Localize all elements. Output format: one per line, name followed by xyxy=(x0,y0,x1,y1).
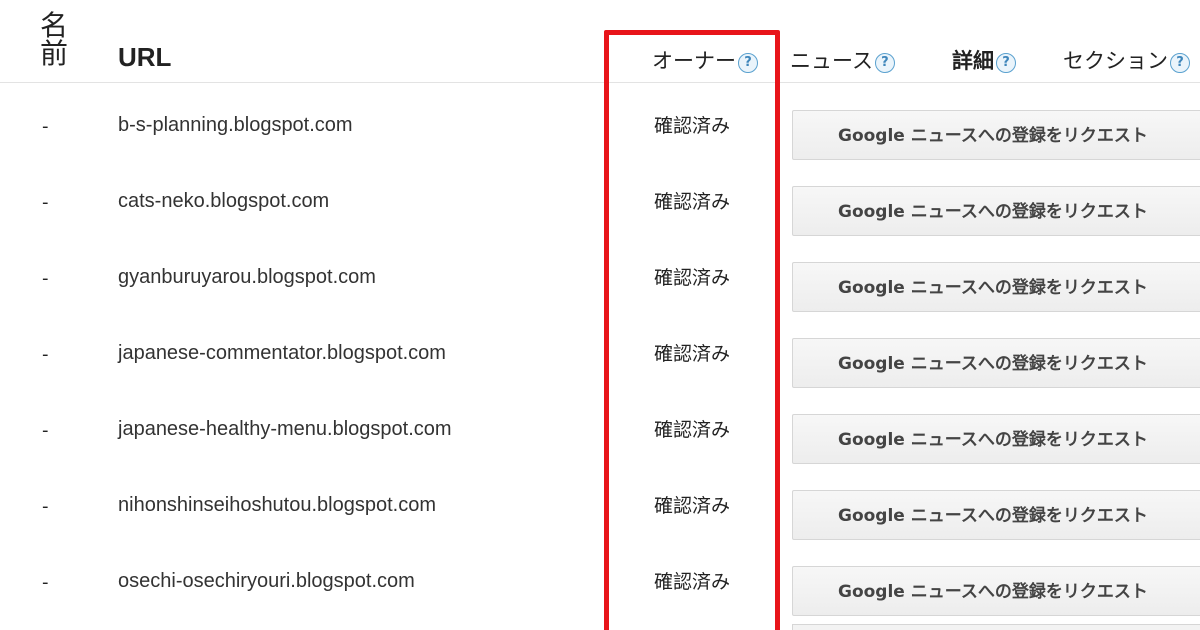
site-url: gyanburuyarou.blogspot.com xyxy=(118,266,376,288)
help-icon[interactable]: ? xyxy=(738,53,758,73)
owner-status: 確認済み xyxy=(654,343,731,365)
site-url: cats-neko.blogspot.com xyxy=(118,190,330,212)
table-row: - b-s-planning.blogspot.com 確認済み Google … xyxy=(0,92,1200,168)
column-header-detail-label: 詳細 xyxy=(952,49,994,73)
table-header: 名前 URL オーナー? ニュース? 詳細? セクション? xyxy=(0,0,1200,83)
request-news-button[interactable]: Google ニュースへの登録をリクエスト xyxy=(792,566,1200,616)
site-url: b-s-planning.blogspot.com xyxy=(118,114,353,136)
site-name: - xyxy=(42,572,49,593)
column-header-name: 名前 xyxy=(40,9,69,70)
column-header-section-label: セクション xyxy=(1063,49,1168,73)
request-news-button-partial[interactable] xyxy=(792,624,1200,630)
request-news-button[interactable]: Google ニュースへの登録をリクエスト xyxy=(792,414,1200,464)
column-header-url: URL xyxy=(118,42,172,72)
owner-status: 確認済み xyxy=(654,571,731,593)
column-header-detail: 詳細? xyxy=(952,45,1016,75)
request-news-button[interactable]: Google ニュースへの登録をリクエスト xyxy=(792,490,1200,540)
owner-status: 確認済み xyxy=(654,419,731,441)
table-row: - cats-neko.blogspot.com 確認済み Google ニュー… xyxy=(0,168,1200,244)
site-name: - xyxy=(42,116,49,137)
owner-status: 確認済み xyxy=(654,191,731,213)
table-row: - japanese-commentator.blogspot.com 確認済み… xyxy=(0,320,1200,396)
site-list-page: 名前 URL オーナー? ニュース? 詳細? セクション? - b-s-plan… xyxy=(0,0,1200,630)
owner-status: 確認済み xyxy=(654,115,731,137)
request-news-button[interactable]: Google ニュースへの登録をリクエスト xyxy=(792,262,1200,312)
help-icon[interactable]: ? xyxy=(1170,53,1190,73)
table-row: - japanese-healthy-menu.blogspot.com 確認済… xyxy=(0,396,1200,472)
site-url: japanese-commentator.blogspot.com xyxy=(118,342,446,364)
site-name: - xyxy=(42,420,49,441)
request-news-button[interactable]: Google ニュースへの登録をリクエスト xyxy=(792,186,1200,236)
help-icon[interactable]: ? xyxy=(996,53,1016,73)
site-name: - xyxy=(42,268,49,289)
site-url: osechi-osechiryouri.blogspot.com xyxy=(118,570,415,592)
table-row: - gyanburuyarou.blogspot.com 確認済み Google… xyxy=(0,244,1200,320)
column-header-news-label: ニュース xyxy=(790,49,873,73)
help-icon[interactable]: ? xyxy=(874,53,895,73)
table-row: - osechi-osechiryouri.blogspot.com 確認済み … xyxy=(0,548,1200,624)
request-news-button[interactable]: Google ニュースへの登録をリクエスト xyxy=(792,338,1200,388)
owner-status: 確認済み xyxy=(654,495,731,517)
column-header-section: セクション? xyxy=(1063,45,1190,75)
request-news-button[interactable]: Google ニュースへの登録をリクエスト xyxy=(792,110,1200,160)
table-row: - nihonshinseihoshutou.blogspot.com 確認済み… xyxy=(0,472,1200,548)
site-name: - xyxy=(42,192,49,213)
column-header-owner-label: オーナー xyxy=(652,49,736,73)
column-header-owner: オーナー? xyxy=(652,45,758,75)
site-name: - xyxy=(42,344,49,365)
owner-status: 確認済み xyxy=(654,267,731,289)
column-header-news: ニュース? xyxy=(790,45,895,75)
site-url: japanese-healthy-menu.blogspot.com xyxy=(118,418,452,440)
site-url: nihonshinseihoshutou.blogspot.com xyxy=(118,494,436,516)
site-name: - xyxy=(42,496,49,517)
